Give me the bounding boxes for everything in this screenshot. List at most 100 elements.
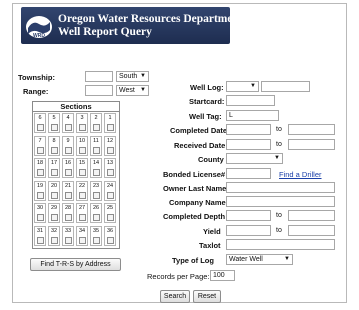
section-checkbox[interactable]	[51, 191, 58, 199]
startcard-input[interactable]	[226, 95, 275, 106]
section-checkbox[interactable]	[37, 191, 44, 199]
county-label: County	[198, 155, 224, 164]
logo-text: WRD	[33, 33, 45, 39]
completed-date-to[interactable]	[288, 124, 335, 135]
section-checkbox[interactable]	[65, 146, 72, 154]
owner-last-name-input[interactable]	[226, 182, 335, 193]
township-direction-select[interactable]: South ▼	[116, 71, 149, 82]
section-number: 36	[106, 227, 114, 234]
completed-date-to-label: to	[276, 126, 282, 133]
section-checkbox[interactable]	[107, 236, 114, 244]
section-cell: 34	[76, 225, 88, 246]
section-checkbox[interactable]	[51, 214, 58, 221]
section-checkbox[interactable]	[93, 124, 100, 131]
yield-from[interactable]	[226, 225, 271, 236]
find-driller-link[interactable]: Find a Driller	[279, 170, 322, 179]
section-number: 2	[94, 115, 98, 121]
section-checkbox[interactable]	[65, 191, 72, 199]
section-checkbox[interactable]	[65, 169, 72, 176]
section-number: 31	[36, 227, 44, 234]
yield-to[interactable]	[288, 225, 335, 236]
section-checkbox[interactable]	[65, 124, 72, 131]
county-select[interactable]: ▼	[226, 153, 283, 164]
section-number: 15	[78, 160, 86, 166]
section-checkbox[interactable]	[51, 236, 58, 244]
section-checkbox[interactable]	[79, 191, 86, 199]
township-direction-value: South	[119, 73, 138, 80]
section-checkbox[interactable]	[107, 191, 114, 199]
section-checkbox[interactable]	[37, 124, 44, 131]
section-number: 28	[64, 205, 72, 211]
section-checkbox[interactable]	[79, 169, 86, 176]
bonded-license-input[interactable]	[226, 168, 271, 179]
reset-button[interactable]: Reset	[193, 290, 221, 303]
section-number: 4	[66, 115, 70, 121]
section-checkbox[interactable]	[79, 146, 86, 154]
header-title: Oregon Water Resources Department	[58, 13, 243, 25]
section-number: 22	[78, 182, 86, 189]
yield-to-label: to	[276, 227, 282, 234]
section-checkbox[interactable]	[93, 236, 100, 244]
section-checkbox[interactable]	[51, 169, 58, 176]
section-number: 1	[108, 115, 112, 121]
section-checkbox[interactable]	[93, 146, 100, 154]
section-checkbox[interactable]	[107, 169, 114, 176]
section-checkbox[interactable]	[107, 124, 114, 131]
section-checkbox[interactable]	[93, 214, 100, 221]
section-cell: 22	[76, 180, 88, 201]
search-button[interactable]: Search	[160, 290, 190, 303]
taxlot-input[interactable]	[226, 239, 335, 250]
section-checkbox[interactable]	[37, 146, 44, 154]
range-direction-select[interactable]: West ▼	[116, 85, 149, 96]
completed-date-from[interactable]	[226, 124, 271, 135]
yield-label: Yield	[203, 227, 221, 236]
section-checkbox[interactable]	[37, 236, 44, 244]
section-cell: 7	[34, 135, 46, 156]
header-subtitle: Well Report Query	[58, 26, 152, 38]
section-cell: 33	[62, 225, 74, 246]
section-checkbox[interactable]	[65, 236, 72, 244]
section-checkbox[interactable]	[65, 214, 72, 221]
section-number: 26	[92, 205, 100, 211]
section-checkbox[interactable]	[37, 214, 44, 221]
section-checkbox[interactable]	[79, 236, 86, 244]
section-number: 16	[64, 160, 72, 166]
received-date-label: Received Date	[174, 141, 226, 150]
chevron-down-icon: ▼	[274, 155, 280, 161]
completed-depth-to[interactable]	[288, 210, 335, 221]
received-date-from[interactable]	[226, 139, 271, 150]
section-checkbox[interactable]	[79, 214, 86, 221]
section-checkbox[interactable]	[93, 169, 100, 176]
find-trs-button[interactable]: Find T-R-S by Address	[30, 258, 121, 271]
section-cell: 5	[48, 113, 60, 133]
section-number: 21	[64, 182, 72, 189]
section-checkbox[interactable]	[79, 124, 86, 131]
completed-depth-from[interactable]	[226, 210, 271, 221]
section-cell: 28	[62, 203, 74, 223]
section-checkbox[interactable]	[51, 146, 58, 154]
section-number: 5	[52, 115, 56, 121]
company-name-input[interactable]	[226, 196, 335, 207]
section-checkbox[interactable]	[107, 146, 114, 154]
well-log-select[interactable]: ▼	[226, 81, 259, 92]
section-cell: 6	[34, 113, 46, 133]
well-tag-input[interactable]: L	[226, 110, 279, 121]
chevron-down-icon: ▼	[284, 256, 290, 262]
completed-depth-label: Completed Depth	[163, 212, 226, 221]
type-of-log-select[interactable]: Water Well ▼	[226, 254, 293, 265]
section-cell: 18	[34, 158, 46, 178]
section-checkbox[interactable]	[51, 124, 58, 131]
range-input[interactable]	[85, 85, 113, 96]
section-checkbox[interactable]	[93, 191, 100, 199]
wrd-logo-icon: WRD	[26, 16, 52, 39]
completed-depth-to-label: to	[276, 212, 282, 219]
records-per-page-input[interactable]: 100	[210, 270, 235, 281]
startcard-label: Startcard:	[189, 97, 225, 106]
township-input[interactable]	[85, 71, 113, 82]
taxlot-label: Taxlot	[199, 241, 221, 250]
well-log-input[interactable]	[261, 81, 310, 92]
section-checkbox[interactable]	[37, 169, 44, 176]
received-date-to[interactable]	[288, 139, 335, 150]
section-checkbox[interactable]	[107, 214, 114, 221]
range-label: Range:	[23, 87, 49, 96]
